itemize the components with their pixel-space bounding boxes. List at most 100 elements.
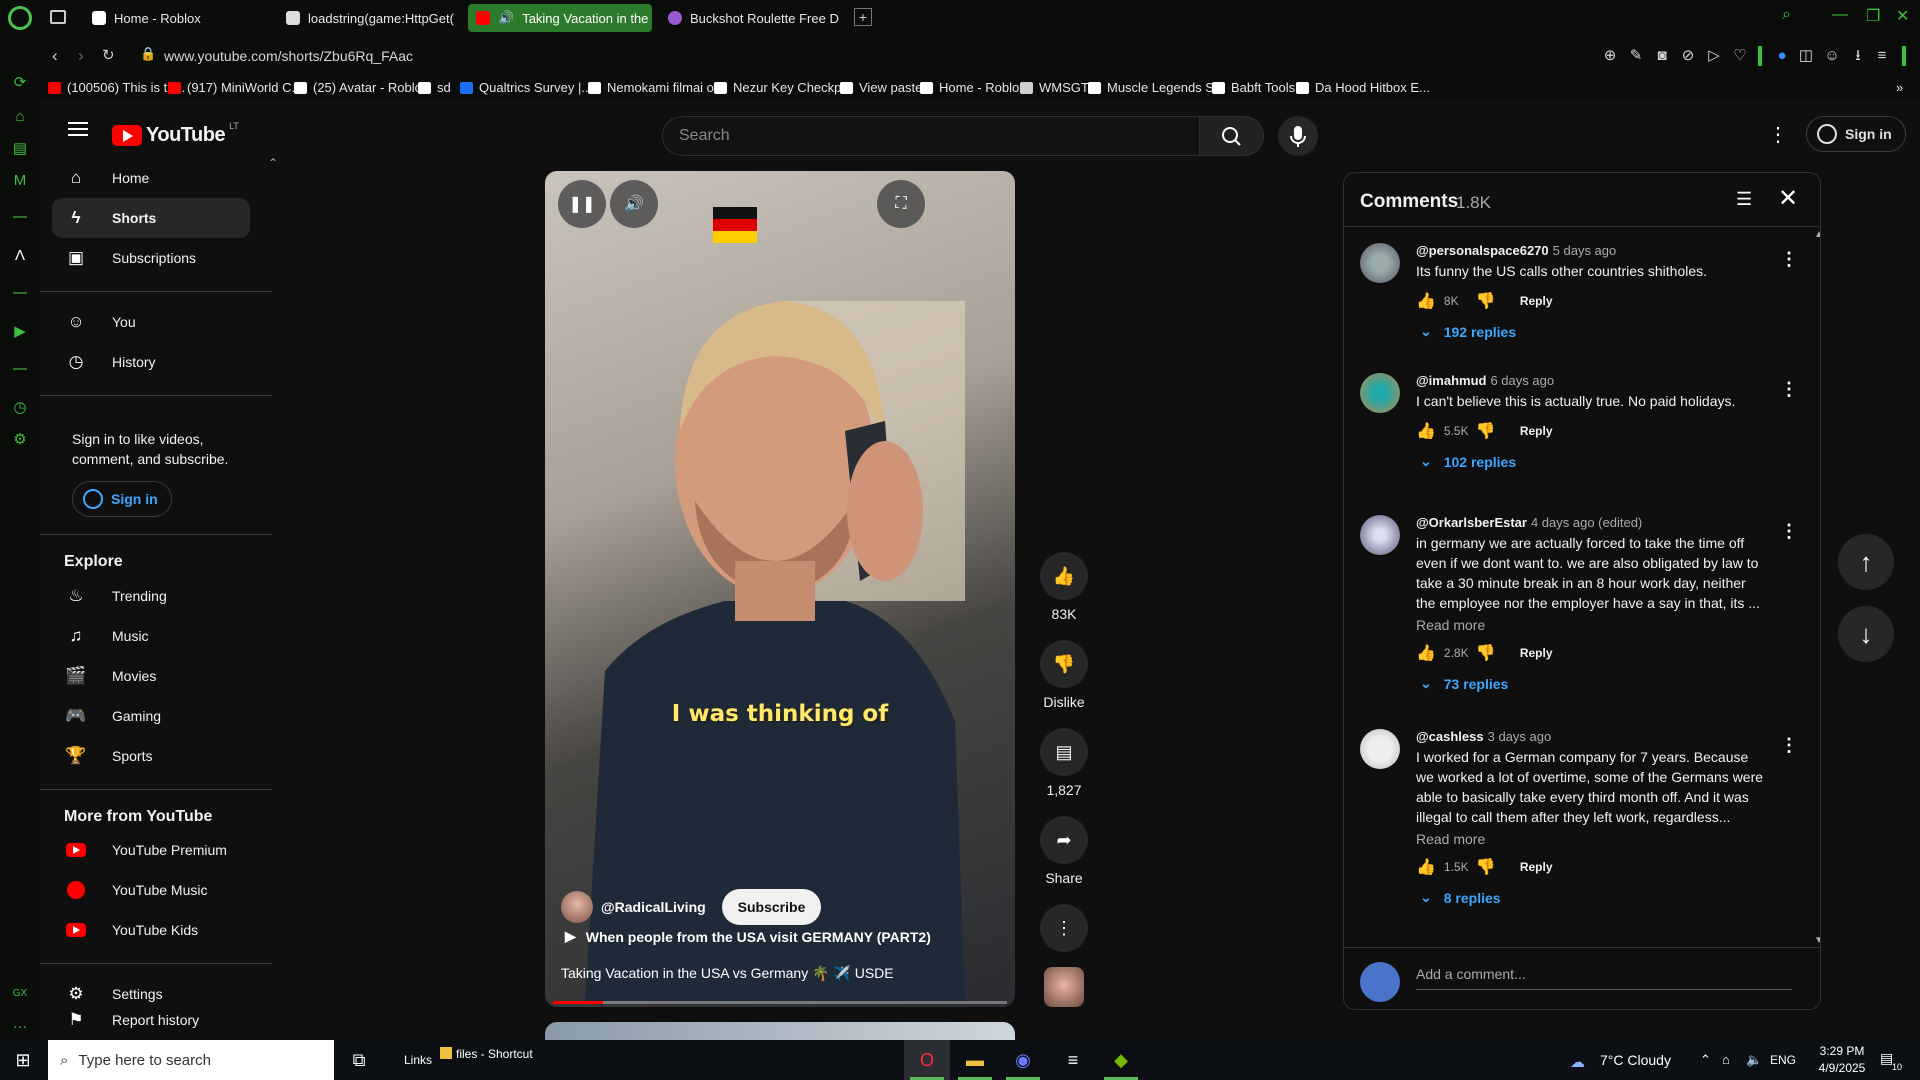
tab-search-icon[interactable] bbox=[50, 10, 66, 24]
guide-item-report-history[interactable]: ⚑ Report history bbox=[52, 1008, 250, 1032]
minimize-icon[interactable]: — bbox=[1832, 6, 1848, 24]
back-icon[interactable]: ‹ bbox=[52, 46, 58, 66]
download-icon[interactable]: ⭳ bbox=[1848, 46, 1868, 66]
guide-item-trending[interactable]: ♨ Trending bbox=[52, 576, 250, 616]
weather-text[interactable]: 7°C Cloudy bbox=[1600, 1052, 1671, 1068]
taskbar-search-input[interactable]: ⌕ Type here to search bbox=[48, 1040, 334, 1080]
bookmark-item[interactable]: Home - Roblox bbox=[920, 80, 1026, 95]
guide-item-sports[interactable]: 🏆 Sports bbox=[52, 736, 250, 776]
task-view-icon[interactable]: ⧉ bbox=[336, 1040, 382, 1080]
comment-more-icon[interactable]: ⋮ bbox=[1780, 735, 1798, 756]
windows-start-icon[interactable]: ⊞ bbox=[0, 1040, 46, 1080]
sidebar-history-icon[interactable]: ◷ bbox=[11, 399, 29, 417]
bookmark-item[interactable]: (100506) This is th... bbox=[48, 80, 185, 95]
reply-button[interactable]: Reply bbox=[1520, 424, 1553, 438]
channel-avatar[interactable] bbox=[561, 891, 593, 923]
links-toolbar[interactable]: Links bbox=[404, 1053, 432, 1067]
nvidia-icon[interactable]: ◆ bbox=[1098, 1040, 1144, 1080]
previous-short-button[interactable]: ↑ bbox=[1838, 534, 1894, 590]
discord-icon[interactable]: ◉ bbox=[1000, 1040, 1046, 1080]
reply-button[interactable]: Reply bbox=[1520, 860, 1553, 874]
subscribe-button[interactable]: Subscribe bbox=[721, 889, 822, 925]
sort-icon[interactable]: ☰ bbox=[1736, 189, 1752, 210]
language-indicator[interactable]: ENG bbox=[1770, 1053, 1796, 1067]
heart-icon[interactable]: ♡ bbox=[1730, 46, 1750, 66]
more-actions-button[interactable]: ⋮ bbox=[1027, 904, 1101, 952]
sidebar-more-icon[interactable]: … bbox=[11, 1015, 29, 1033]
shorts-player[interactable]: ❚❚ 🔊 ⛶ I was thinking of @RadicalLiving … bbox=[545, 171, 1015, 1007]
bookmark-item[interactable]: WMSGT bbox=[1020, 80, 1089, 95]
speaker-icon[interactable]: 🔊 bbox=[498, 10, 514, 26]
files-shortcut[interactable]: files - Shortcut bbox=[440, 1047, 533, 1061]
scroll-up-arrow-icon[interactable]: ▲ bbox=[1814, 229, 1820, 240]
guide-item-home[interactable]: ⌂ Home bbox=[52, 158, 250, 198]
playlist-link[interactable]: ▶ When people from the USA visit GERMANY … bbox=[565, 928, 931, 945]
guide-item-shorts[interactable]: ϟ Shorts bbox=[52, 198, 250, 238]
tab-search-icon[interactable]: ⌕ bbox=[1782, 6, 1791, 24]
thumbs-up-icon[interactable]: 👍 bbox=[1416, 643, 1436, 663]
bookmark-item[interactable]: Muscle Legends S... bbox=[1088, 80, 1225, 95]
avatar[interactable] bbox=[1360, 729, 1400, 769]
mute-button[interactable]: 🔊 bbox=[610, 180, 658, 228]
app-icon[interactable]: ≡ bbox=[1050, 1040, 1096, 1080]
block-icon[interactable]: ⊘ bbox=[1678, 46, 1698, 66]
zoom-icon[interactable]: ⊕ bbox=[1600, 46, 1620, 66]
next-short-button[interactable]: ↓ bbox=[1838, 606, 1894, 662]
sidebar-m-icon[interactable]: M bbox=[11, 172, 29, 190]
guide-item-subscriptions[interactable]: ▣ Subscriptions bbox=[52, 238, 250, 278]
maximize-icon[interactable]: ❐ bbox=[1866, 6, 1880, 26]
thumbs-down-icon[interactable]: 👎 bbox=[1476, 643, 1496, 663]
youtube-logo[interactable]: YouTube LT bbox=[112, 121, 239, 147]
comment-more-icon[interactable]: ⋮ bbox=[1780, 379, 1798, 400]
settings-more-icon[interactable]: ⋮ bbox=[1768, 122, 1788, 147]
guide-item-history[interactable]: ◷ History bbox=[52, 342, 250, 382]
url-field[interactable]: www.youtube.com/shorts/Zbu6Rq_FAac bbox=[164, 48, 413, 64]
view-replies-button[interactable]: ⌄ 102 replies bbox=[1420, 453, 1516, 470]
add-comment-input[interactable]: Add a comment... bbox=[1416, 966, 1792, 990]
file-explorer-icon[interactable]: ▬ bbox=[952, 1040, 998, 1080]
fullscreen-button[interactable]: ⛶ bbox=[877, 180, 925, 228]
view-replies-button[interactable]: ⌄ 192 replies bbox=[1420, 323, 1516, 340]
menu-icon[interactable]: ≡ bbox=[1872, 46, 1892, 66]
sidebar-refresh-icon[interactable]: ⟳ bbox=[11, 74, 29, 92]
thumbs-up-icon[interactable]: 👍 bbox=[1416, 291, 1436, 311]
new-tab-button[interactable]: + bbox=[854, 8, 872, 26]
read-more-link[interactable]: Read more bbox=[1416, 831, 1485, 847]
close-window-icon[interactable]: ✕ bbox=[1896, 6, 1909, 26]
forward-icon[interactable]: › bbox=[78, 46, 84, 66]
avatar[interactable] bbox=[1360, 243, 1400, 283]
thumbs-down-icon[interactable]: 👎 bbox=[1476, 421, 1496, 441]
bookmark-item[interactable]: (25) Avatar - Roblox bbox=[294, 80, 428, 95]
bookmark-item[interactable]: sd bbox=[418, 80, 451, 95]
pause-button[interactable]: ❚❚ bbox=[558, 180, 606, 228]
thumbs-up-icon[interactable]: 👍 bbox=[1416, 857, 1436, 877]
reload-icon[interactable]: ↻ bbox=[102, 46, 115, 64]
sidebar-bag-icon[interactable]: ⌂ bbox=[11, 108, 29, 126]
thumbs-down-icon[interactable]: 👎 bbox=[1476, 857, 1496, 877]
comment-more-icon[interactable]: ⋮ bbox=[1780, 249, 1798, 270]
thumbs-up-icon[interactable]: 👍 bbox=[1416, 421, 1436, 441]
sidebar-ai-icon[interactable]: Λ bbox=[11, 247, 29, 265]
thumbs-down-icon[interactable]: 👎 bbox=[1476, 291, 1496, 311]
sidebar-player-icon[interactable]: ▶ bbox=[11, 323, 29, 341]
bookmark-item[interactable]: Nezur Key Checkp... bbox=[714, 80, 852, 95]
bookmark-item[interactable]: Babft Tools bbox=[1212, 80, 1295, 95]
box-icon[interactable]: ◫ bbox=[1796, 46, 1816, 66]
guide-item-gaming[interactable]: 🎮 Gaming bbox=[52, 696, 250, 736]
camera-icon[interactable]: ◙ bbox=[1652, 46, 1672, 66]
progress-bar[interactable] bbox=[553, 1001, 1007, 1004]
search-button[interactable] bbox=[1200, 116, 1264, 156]
view-replies-button[interactable]: ⌄ 8 replies bbox=[1420, 889, 1501, 906]
edit-icon[interactable]: ✎ bbox=[1626, 46, 1646, 66]
tab-loadstring[interactable]: loadstring(game:HttpGet( bbox=[278, 4, 458, 32]
bookmark-item[interactable]: Qualtrics Survey |... bbox=[460, 80, 592, 95]
volume-tray-icon[interactable]: 🔈 bbox=[1746, 1052, 1762, 1068]
next-short-preview[interactable] bbox=[545, 1022, 1015, 1040]
opera-taskbar-icon[interactable]: O bbox=[904, 1040, 950, 1080]
view-replies-button[interactable]: ⌄ 73 replies bbox=[1420, 675, 1508, 692]
bookmark-item[interactable]: (917) MiniWorld C... bbox=[168, 80, 302, 95]
guide-item-music[interactable]: ♫ Music bbox=[52, 616, 250, 656]
profile-icon[interactable]: ☺ bbox=[1822, 46, 1842, 66]
reply-button[interactable]: Reply bbox=[1520, 294, 1553, 308]
reply-button[interactable]: Reply bbox=[1520, 646, 1553, 660]
